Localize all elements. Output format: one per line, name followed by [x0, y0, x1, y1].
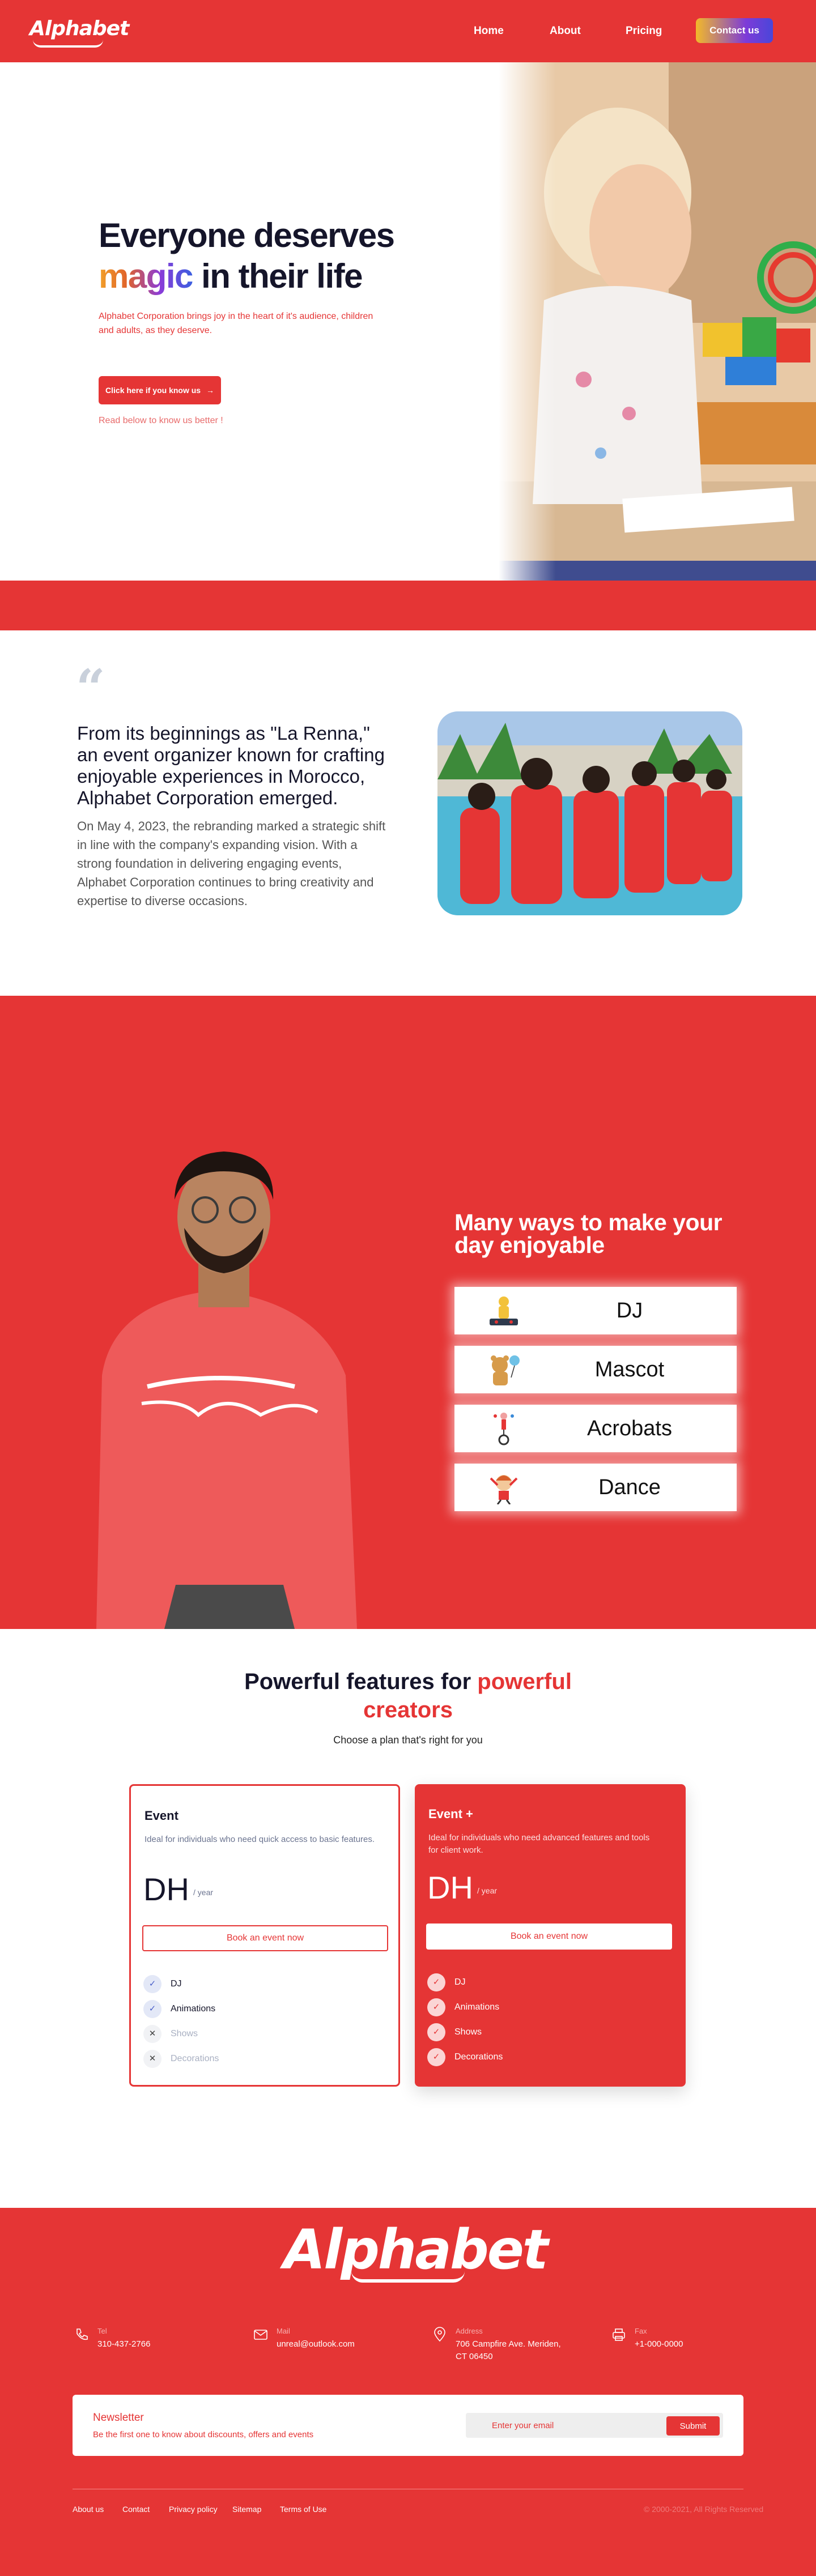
copyright-text: © 2000-2021, All Rights Reserved — [644, 2505, 764, 2514]
service-card-dj[interactable]: DJ — [454, 1287, 737, 1334]
plan-period: / year — [477, 1886, 498, 1895]
quote-icon: “ — [76, 658, 105, 718]
plan-feature-label: Animations — [454, 2002, 500, 2012]
plan-name: Event + — [428, 1807, 473, 1821]
unicycle-icon — [494, 1413, 514, 1445]
plan-description: Ideal for individuals who need quick acc… — [144, 1835, 375, 1844]
footer-link-terms[interactable]: Terms of Use — [280, 2505, 326, 2514]
newsletter-submit-button[interactable]: Submit — [666, 2416, 720, 2436]
service-card-acrobats[interactable]: Acrobats — [454, 1405, 737, 1452]
plan-card-event-plus: Event + Ideal for individuals who need a… — [415, 1784, 686, 2087]
plan-period: / year — [193, 1888, 214, 1897]
plan-feature-label: Decorations — [454, 2052, 503, 2062]
newsletter-description: Be the first one to know about discounts… — [93, 2430, 314, 2439]
contact-label: Tel — [97, 2327, 107, 2335]
hero-child-playing-image — [499, 62, 816, 581]
check-icon: ✓ — [427, 1998, 445, 2016]
team-photo-image — [437, 711, 742, 915]
contact-label: Mail — [277, 2327, 290, 2335]
plan-feature-label: DJ — [454, 1977, 466, 1987]
plan-feature-label: Decorations — [171, 2054, 219, 2063]
service-label-mascot: Mascot — [594, 1358, 665, 1381]
arrow-right-icon: → — [206, 386, 214, 395]
plan-feature-label: DJ — [171, 1979, 182, 1989]
hero-title-line1: Everyone deserves — [99, 216, 395, 254]
nav-link-pricing[interactable]: Pricing — [626, 25, 662, 37]
hero-title-line2: magic in their life — [99, 256, 394, 297]
mail-icon — [254, 2330, 267, 2340]
read-more-link[interactable]: Read below to know us better ! — [99, 416, 223, 426]
service-label-dance: Dance — [598, 1475, 661, 1499]
cross-icon: ✕ — [143, 2025, 162, 2043]
address-line1: 706 Campfire Ave. Meriden, — [456, 2339, 561, 2349]
contact-value[interactable]: unreal@outlook.com — [277, 2338, 355, 2351]
contact-value: 706 Campfire Ave. Meriden, CT 06450 — [456, 2338, 561, 2363]
check-icon: ✓ — [427, 2048, 445, 2066]
services-title: Many ways to make your day enjoyable — [454, 1209, 722, 1258]
services-section: Many ways to make your day enjoyable DJ … — [0, 996, 816, 1629]
plan-card-event: Event Ideal for individuals who need qui… — [129, 1784, 400, 2087]
footer-logo-smile — [351, 2271, 465, 2283]
plan-feature-label: Shows — [171, 2029, 198, 2038]
pricing-title-accent2: creators — [363, 1698, 453, 1722]
plan-feature-label: Animations — [171, 2004, 216, 2014]
fax-icon — [613, 2328, 625, 2341]
brand-logo[interactable]: Alphabet — [29, 17, 129, 40]
address-line2: CT 06450 — [456, 2352, 493, 2361]
nav-link-home[interactable]: Home — [474, 25, 504, 37]
hero-title: Everyone deserves magic in their life — [99, 215, 395, 297]
about-description: On May 4, 2023, the rebranding marked a … — [77, 819, 386, 908]
hero-title-magic: magic — [99, 257, 193, 295]
top-navbar: Alphabet Home About Pricing Contact us — [0, 0, 816, 62]
pricing-subtitle: Choose a plan that's right for you — [333, 1734, 483, 1746]
pricing-title-main: Powerful features for — [244, 1669, 471, 1694]
footer-link-about[interactable]: About us — [73, 2505, 104, 2514]
dancer-icon — [490, 1475, 518, 1504]
pricing-title: Powerful features for powerful creators — [0, 1667, 816, 1724]
plan-description: Ideal for individuals who need advanced … — [428, 1833, 650, 1855]
service-card-mascot[interactable]: Mascot — [454, 1346, 737, 1393]
logo-smile-mark — [33, 40, 103, 48]
footer-link-privacy[interactable]: Privacy policy — [169, 2505, 218, 2514]
about-title: From its beginnings as "La Renna," an ev… — [77, 723, 385, 808]
newsletter-box: Newsletter Be the first one to know abou… — [73, 2395, 743, 2456]
phone-icon — [76, 2328, 88, 2340]
hero-description: Alphabet Corporation brings joy in the h… — [99, 312, 373, 335]
newsletter-title: Newsletter — [93, 2412, 144, 2424]
service-label-dj: DJ — [616, 1299, 643, 1323]
service-card-dance[interactable]: Dance — [454, 1464, 737, 1511]
contact-value[interactable]: +1-000-0000 — [635, 2338, 683, 2351]
contact-label: Address — [456, 2327, 483, 2335]
hero-cta-button[interactable]: Click here if you know us → — [99, 376, 221, 404]
check-icon: ✓ — [143, 2000, 162, 2018]
footer-link-contact[interactable]: Contact — [122, 2505, 150, 2514]
location-icon — [434, 2327, 445, 2342]
contact-value[interactable]: 310-437-2766 — [97, 2338, 150, 2351]
check-icon: ✓ — [427, 2023, 445, 2041]
pricing-title-accent1: powerful — [477, 1669, 572, 1694]
footer-link-sitemap[interactable]: Sitemap — [232, 2505, 261, 2514]
plan-feature-label: Shows — [454, 2027, 482, 2037]
presenter-photo-image — [96, 1151, 357, 1629]
dj-icon — [490, 1296, 518, 1325]
check-icon: ✓ — [427, 1973, 445, 1991]
nav-link-about[interactable]: About — [550, 25, 581, 37]
book-event-plus-button[interactable]: Book an event now — [426, 1924, 672, 1950]
book-event-button[interactable]: Book an event now — [142, 1925, 388, 1951]
red-divider-band — [0, 581, 816, 630]
mascot-icon — [491, 1355, 520, 1385]
plan-price: DH — [427, 1870, 473, 1905]
plan-price: DH — [143, 1871, 189, 1907]
check-icon: ✓ — [143, 1975, 162, 1993]
service-label-acrobats: Acrobats — [587, 1417, 672, 1440]
hero-section: Everyone deserves magic in their life Al… — [0, 62, 816, 581]
plan-name: Event — [144, 1809, 178, 1823]
hero-cta-label: Click here if you know us — [105, 386, 201, 395]
footer: Alphabet Tel 310-437-2766 Mail unreal@ou… — [0, 2208, 816, 2576]
contact-us-button[interactable]: Contact us — [696, 18, 773, 43]
cross-icon: ✕ — [143, 2050, 162, 2068]
contact-label: Fax — [635, 2327, 647, 2335]
hero-title-rest: in their life — [201, 257, 363, 295]
